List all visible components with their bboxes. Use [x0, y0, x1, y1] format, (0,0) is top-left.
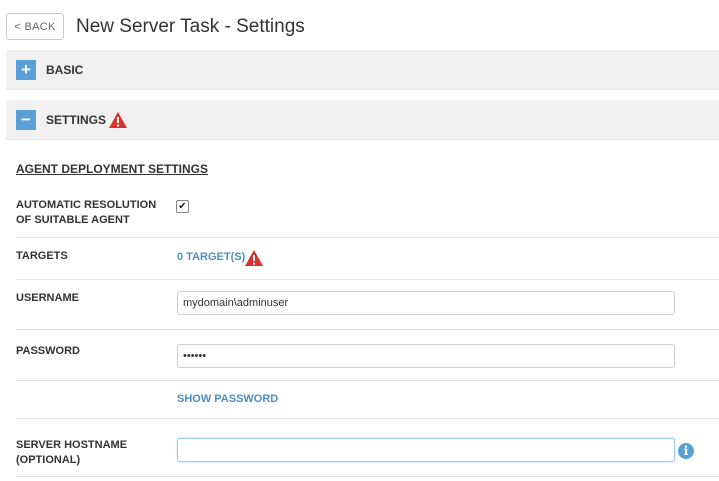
- info-icon[interactable]: i: [678, 443, 694, 459]
- hostname-label: SERVER HOSTNAME (OPTIONAL): [16, 438, 127, 468]
- agent-deployment-heading: AGENT DEPLOYMENT SETTINGS: [16, 162, 209, 176]
- divider: [16, 279, 719, 280]
- targets-link[interactable]: 0 TARGET(S): [177, 251, 245, 263]
- section-settings-label: SETTINGS: [46, 113, 107, 127]
- password-input[interactable]: [177, 344, 675, 368]
- hostname-label-line2: (OPTIONAL): [16, 454, 81, 466]
- hostname-label-line1: SERVER HOSTNAME: [16, 439, 128, 451]
- auto-resolution-label-line1: AUTOMATIC RESOLUTION: [16, 199, 157, 211]
- section-settings[interactable]: − SETTINGS: [6, 100, 719, 140]
- password-label: PASSWORD: [16, 345, 80, 357]
- divider: [16, 418, 719, 419]
- divider: [16, 380, 719, 381]
- auto-resolution-label: AUTOMATIC RESOLUTION OF SUITABLE AGENT: [16, 198, 156, 228]
- warning-triangle-icon: [245, 250, 263, 266]
- show-password-link[interactable]: SHOW PASSWORD: [177, 393, 278, 405]
- divider: [16, 476, 719, 477]
- auto-resolution-label-line2: OF SUITABLE AGENT: [16, 214, 130, 226]
- divider: [16, 237, 719, 238]
- page-title: New Server Task - Settings: [76, 16, 305, 37]
- divider: [16, 329, 719, 330]
- auto-resolution-checkbox[interactable]: ✔: [176, 200, 189, 213]
- targets-label: TARGETS: [16, 250, 68, 262]
- page-header: < BACK New Server Task - Settings: [0, 0, 719, 57]
- section-basic[interactable]: + BASIC: [6, 50, 719, 90]
- hostname-input[interactable]: [177, 438, 675, 462]
- username-label: USERNAME: [16, 292, 79, 304]
- section-basic-label: BASIC: [46, 63, 84, 77]
- username-input[interactable]: [177, 291, 675, 315]
- back-button[interactable]: < BACK: [6, 13, 64, 40]
- warning-triangle-icon: [109, 112, 127, 128]
- expand-icon[interactable]: +: [16, 60, 36, 80]
- collapse-icon[interactable]: −: [16, 110, 36, 130]
